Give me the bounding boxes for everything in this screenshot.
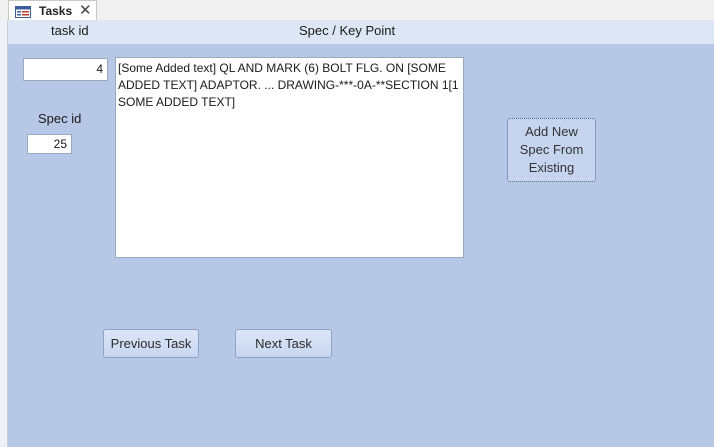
- spec-id-label: Spec id: [38, 111, 82, 126]
- spec-key-point-textbox[interactable]: [Some Added text] QL AND MARK (6) BOLT F…: [115, 57, 464, 258]
- spec-id-field[interactable]: 25: [27, 134, 72, 154]
- spec-key-point-header: Spec / Key Point: [299, 23, 396, 38]
- document-tab-bar: Tasks ✕: [0, 0, 714, 21]
- record-selector-strip: [0, 20, 8, 447]
- task-id-field[interactable]: 4: [23, 58, 108, 81]
- previous-task-button[interactable]: Previous Task: [103, 329, 199, 358]
- form-icon: [15, 5, 31, 18]
- add-new-spec-label-line3: Existing: [528, 160, 575, 175]
- task-id-header: task id: [51, 23, 89, 38]
- add-new-spec-label-line1: Add New: [525, 124, 578, 139]
- form-header: task id Spec / Key Point: [8, 20, 714, 44]
- close-icon[interactable]: ✕: [79, 1, 92, 20]
- tab-tasks[interactable]: Tasks ✕: [8, 0, 97, 20]
- next-task-button[interactable]: Next Task: [235, 329, 332, 358]
- tab-title: Tasks: [39, 4, 73, 18]
- add-new-spec-label-line2: Spec From: [519, 142, 584, 157]
- add-new-spec-button[interactable]: Add New Spec From Existing: [507, 118, 596, 182]
